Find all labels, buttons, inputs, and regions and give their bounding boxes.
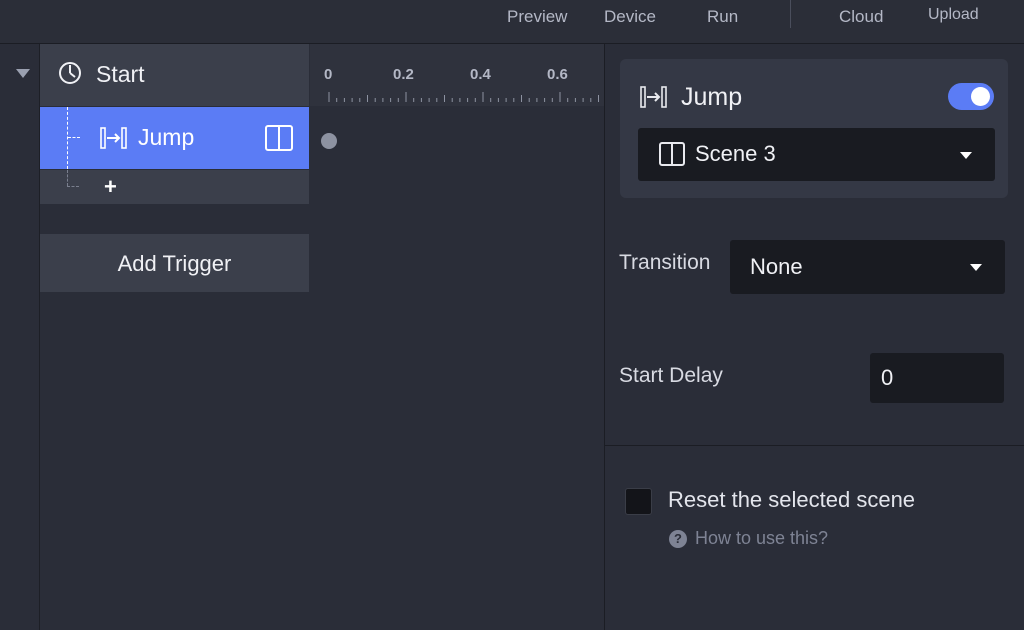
keyframe-marker[interactable] bbox=[321, 133, 337, 149]
tree-connector bbox=[67, 107, 68, 169]
inspector-panel: Jump Scene 3 Transition None Start Delay… bbox=[605, 44, 1024, 630]
tree-gutter bbox=[0, 44, 40, 630]
tick-label-0-6: 0.6 bbox=[547, 66, 568, 83]
caret-down-icon bbox=[970, 264, 982, 271]
tick-label-0-2: 0.2 bbox=[393, 66, 414, 83]
toolbar-divider bbox=[790, 0, 791, 28]
jump-action-icon bbox=[100, 126, 128, 150]
section-divider bbox=[605, 445, 1024, 446]
action-title: Jump bbox=[681, 83, 743, 111]
tree-connector bbox=[68, 137, 80, 138]
help-link[interactable]: How to use this? bbox=[695, 528, 828, 549]
reset-scene-checkbox[interactable] bbox=[625, 488, 652, 515]
start-delay-label: Start Delay bbox=[619, 364, 723, 387]
top-toolbar: Preview Device Run Cloud Upload bbox=[0, 0, 1024, 44]
tick-label-0-4: 0.4 bbox=[470, 66, 491, 83]
run-button[interactable]: Run bbox=[707, 7, 738, 27]
action-jump-label: Jump bbox=[138, 124, 195, 150]
action-card: Jump Scene 3 bbox=[620, 59, 1008, 198]
trigger-start-row[interactable]: Start bbox=[40, 44, 309, 106]
ruler-ticks bbox=[328, 92, 599, 102]
tree-connector bbox=[67, 170, 68, 186]
reset-scene-label[interactable]: Reset the selected scene bbox=[668, 487, 915, 513]
add-action-icon[interactable]: + bbox=[104, 174, 117, 200]
start-delay-input[interactable] bbox=[870, 353, 1004, 403]
collapse-caret-icon[interactable] bbox=[16, 69, 30, 78]
tick-label-0: 0 bbox=[324, 66, 333, 83]
transition-select[interactable]: None bbox=[730, 240, 1005, 294]
transition-label: Transition bbox=[619, 251, 711, 274]
device-button[interactable]: Device bbox=[604, 7, 656, 27]
target-scene-value: Scene 3 bbox=[695, 141, 776, 166]
preview-button[interactable]: Preview bbox=[507, 7, 567, 27]
scene-icon[interactable] bbox=[264, 124, 294, 152]
jump-action-icon bbox=[640, 85, 668, 109]
caret-down-icon bbox=[960, 152, 972, 159]
toggle-knob bbox=[971, 87, 990, 106]
cloud-button[interactable]: Cloud bbox=[839, 7, 883, 27]
help-icon[interactable]: ? bbox=[669, 530, 687, 548]
action-jump-row[interactable]: Jump bbox=[40, 107, 309, 169]
scene-icon bbox=[658, 141, 686, 167]
target-scene-select[interactable]: Scene 3 bbox=[638, 128, 995, 181]
timeline-track[interactable] bbox=[310, 107, 604, 630]
trigger-start-label: Start bbox=[96, 61, 145, 87]
tree-empty-area bbox=[40, 292, 309, 630]
transition-value: None bbox=[750, 254, 803, 279]
add-action-row[interactable]: + bbox=[40, 170, 309, 204]
action-enabled-toggle[interactable] bbox=[948, 83, 994, 110]
timer-icon bbox=[58, 61, 82, 85]
add-trigger-button[interactable]: Add Trigger bbox=[40, 234, 309, 292]
timeline-ruler[interactable]: 0 0.2 0.4 0.6 bbox=[310, 44, 604, 106]
tree-connector bbox=[67, 186, 79, 187]
upload-button[interactable]: Upload bbox=[928, 6, 979, 24]
